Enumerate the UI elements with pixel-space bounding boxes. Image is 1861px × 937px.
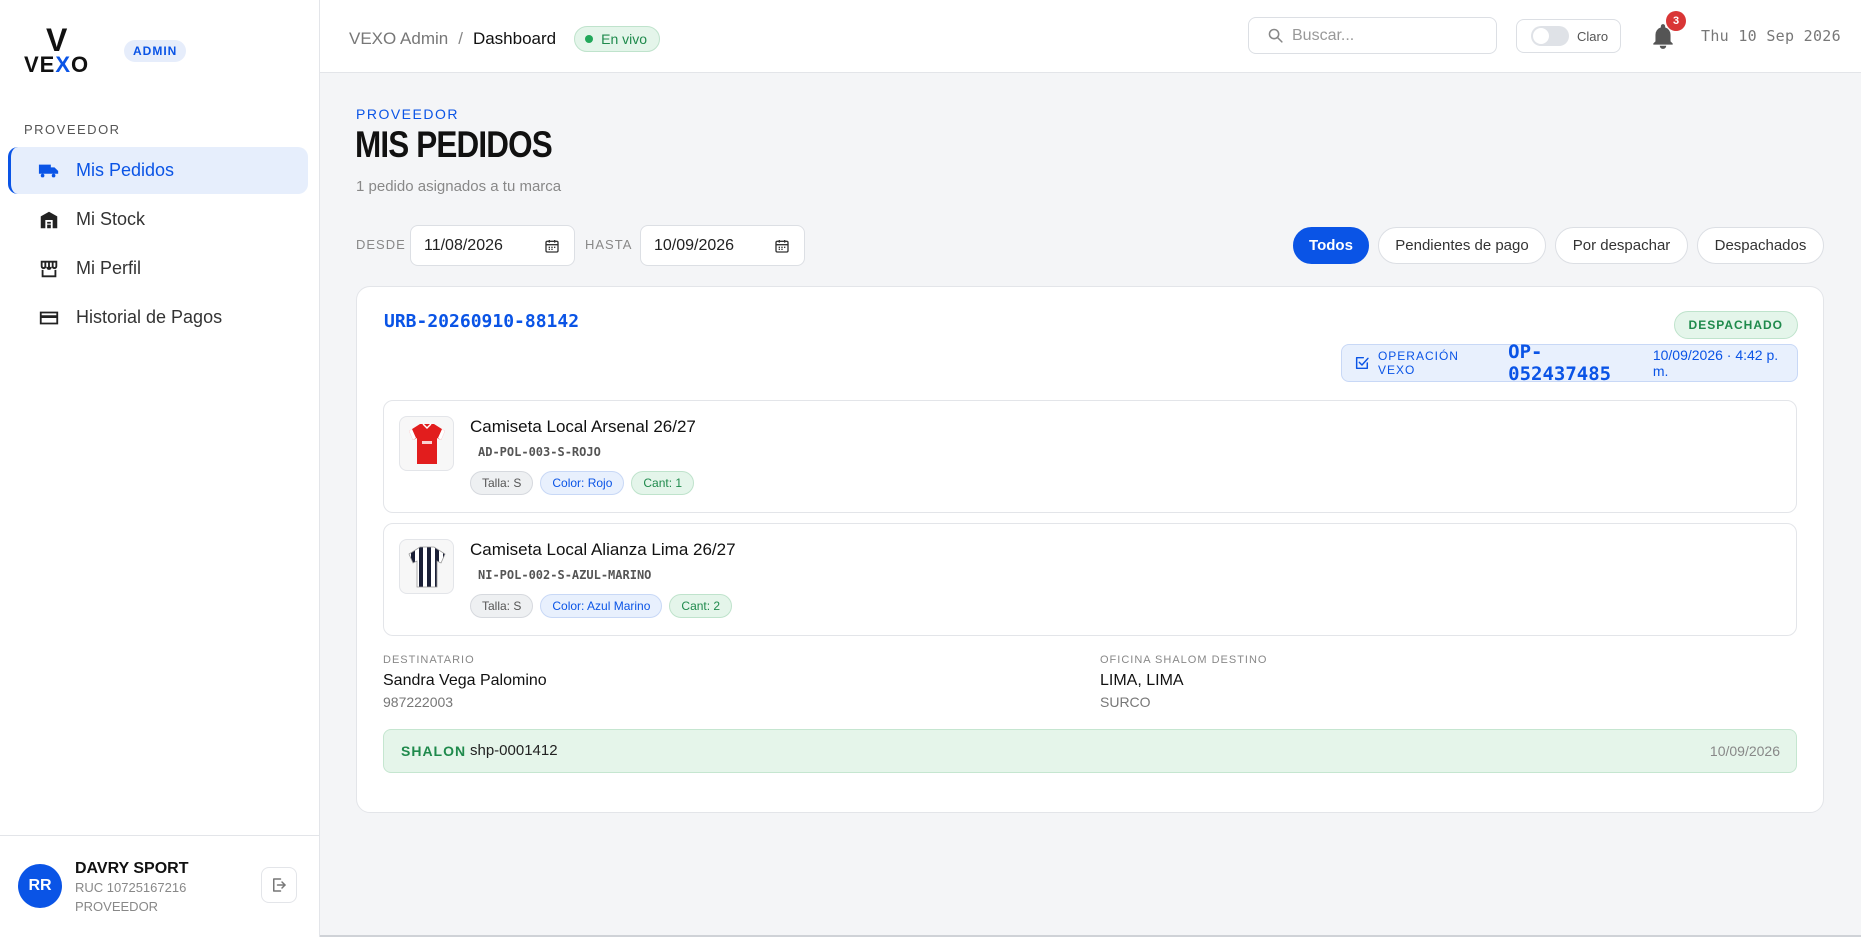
product-image [399, 539, 454, 594]
calendar-icon[interactable] [774, 238, 790, 254]
quantity-tag: Cant: 2 [669, 594, 733, 618]
sidebar: V VEXO ADMIN PROVEEDOR Mis Pedidos Mi St… [0, 0, 320, 937]
operation-code: OP-052437485 [1508, 341, 1612, 385]
shipping-date: 10/09/2026 [1709, 743, 1780, 759]
warehouse-icon [40, 211, 58, 228]
sidebar-item-mis-pedidos[interactable]: Mis Pedidos [8, 147, 308, 194]
logout-icon [273, 878, 286, 892]
product-name: Camiseta Local Arsenal 26/27 [470, 417, 696, 436]
sidebar-item-historial-pagos[interactable]: Historial de Pagos [8, 294, 308, 341]
from-date-input[interactable]: 11/08/2026 [410, 225, 575, 266]
striped-jersey-icon [407, 546, 446, 587]
list-item: Camiseta Local Alianza Lima 26/27 NI-POL… [383, 523, 1797, 636]
live-badge: En vivo [574, 26, 661, 52]
size-tag: Talla: S [470, 471, 534, 495]
page-subtitle: 1 pedido asignados a tu marca [356, 178, 562, 195]
vexo-logo[interactable]: V VEXO [24, 24, 88, 77]
breadcrumb-current: Dashboard [472, 29, 557, 48]
sidebar-item-label: Mis Pedidos [76, 160, 175, 180]
quantity-tag: Cant: 1 [631, 471, 695, 495]
from-label: DESDE [356, 237, 406, 252]
operation-box: OPERACIÓN VEXO OP-052437485 10/09/2026 ·… [1341, 341, 1798, 385]
sidebar-item-label: Historial de Pagos [76, 307, 223, 327]
breadcrumb: VEXO Admin / Dashboard En vivo [349, 26, 661, 52]
size-tag: Talla: S [470, 594, 534, 618]
breadcrumb-root[interactable]: VEXO Admin [349, 29, 448, 49]
page-title: MIS PEDIDOS [355, 124, 553, 165]
to-date-input[interactable]: 10/09/2026 [640, 225, 805, 266]
page-eyebrow: PROVEEDOR [356, 106, 459, 122]
logout-button[interactable] [261, 867, 297, 903]
product-sku: NI-POL-002-S-AZUL-MARINO [478, 568, 652, 582]
admin-badge: ADMIN [124, 40, 187, 62]
operation-date: 10/09/2026 · 4:42 p. m. [1652, 347, 1779, 379]
credit-card-icon [39, 311, 59, 324]
user-role: PROVEEDOR [75, 899, 159, 914]
product-tags: Talla: S Color: Azul Marino Cant: 2 [470, 594, 739, 618]
breadcrumb-separator: / [458, 29, 463, 48]
order-card: URB-20260910-88142 DESPACHADO OPERACIÓN … [356, 286, 1824, 813]
color-tag: Color: Azul Marino [540, 594, 663, 618]
recipient-label: DESTINATARIO [383, 654, 475, 666]
checkbox-check-icon [1355, 356, 1369, 370]
filter-pill-despachados[interactable]: Despachados [1697, 227, 1824, 264]
user-name: DAVRY SPORT [75, 860, 189, 877]
order-id[interactable]: URB-20260910-88142 [384, 311, 579, 332]
toggle-switch[interactable] [1531, 26, 1569, 46]
filter-pill-por-despachar[interactable]: Por despachar [1555, 227, 1688, 264]
sidebar-item-label: Mi Stock [76, 209, 146, 229]
current-date: Thu 10 Sep 2026 [1701, 27, 1841, 45]
theme-label: Claro [1577, 28, 1609, 44]
top-header: VEXO Admin / Dashboard En vivo Claro 3 T… [320, 0, 1861, 73]
product-tags: Talla: S Color: Rojo Cant: 1 [470, 471, 701, 495]
sidebar-nav: Mis Pedidos Mi Stock Mi Perfil Historial… [8, 147, 308, 343]
store-icon [40, 260, 58, 277]
office-label: OFICINA SHALOM DESTINO [1100, 654, 1268, 666]
live-dot-icon [585, 35, 594, 43]
truck-icon [38, 164, 59, 177]
office-city: LIMA, LIMA [1100, 672, 1184, 689]
red-jersey-icon [408, 422, 445, 464]
to-label: HASTA [585, 237, 633, 252]
sidebar-section-label: PROVEEDOR [24, 122, 121, 137]
sidebar-item-label: Mi Perfil [76, 258, 142, 278]
product-sku: AD-POL-003-S-ROJO [478, 445, 601, 459]
sidebar-item-mi-perfil[interactable]: Mi Perfil [8, 245, 308, 292]
notification-count-badge: 3 [1666, 11, 1686, 31]
search-icon [1268, 28, 1283, 43]
brand[interactable]: V VEXO ADMIN [24, 24, 187, 77]
recipient-phone: 987222003 [383, 694, 454, 710]
product-name: Camiseta Local Alianza Lima 26/27 [470, 540, 736, 559]
search-input[interactable] [1292, 26, 1482, 45]
avatar[interactable]: RR [18, 864, 62, 908]
shipping-code[interactable]: shp-0001412 [470, 742, 558, 759]
shipping-info: SHALON shp-0001412 10/09/2026 [383, 729, 1797, 773]
user-ruc: RUC 10725167216 [75, 880, 187, 895]
product-image [399, 416, 454, 471]
calendar-icon[interactable] [544, 238, 560, 254]
theme-toggle[interactable]: Claro [1516, 19, 1621, 53]
sidebar-item-mi-stock[interactable]: Mi Stock [8, 196, 308, 243]
list-item: Camiseta Local Arsenal 26/27 AD-POL-003-… [383, 400, 1797, 513]
office-district: SURCO [1100, 694, 1151, 710]
color-tag: Color: Rojo [540, 471, 625, 495]
shipping-carrier: SHALON [401, 743, 467, 759]
search-box[interactable] [1248, 17, 1497, 54]
operation-label: OPERACIÓN VEXO [1377, 349, 1459, 377]
user-panel: RR DAVRY SPORT RUC 10725167216 PROVEEDOR [0, 835, 320, 937]
filter-pill-todos[interactable]: Todos [1293, 227, 1369, 264]
recipient-name: Sandra Vega Palomino [383, 672, 547, 689]
status-badge: DESPACHADO [1673, 311, 1798, 339]
filter-pill-pendientes-pago[interactable]: Pendientes de pago [1378, 227, 1546, 264]
